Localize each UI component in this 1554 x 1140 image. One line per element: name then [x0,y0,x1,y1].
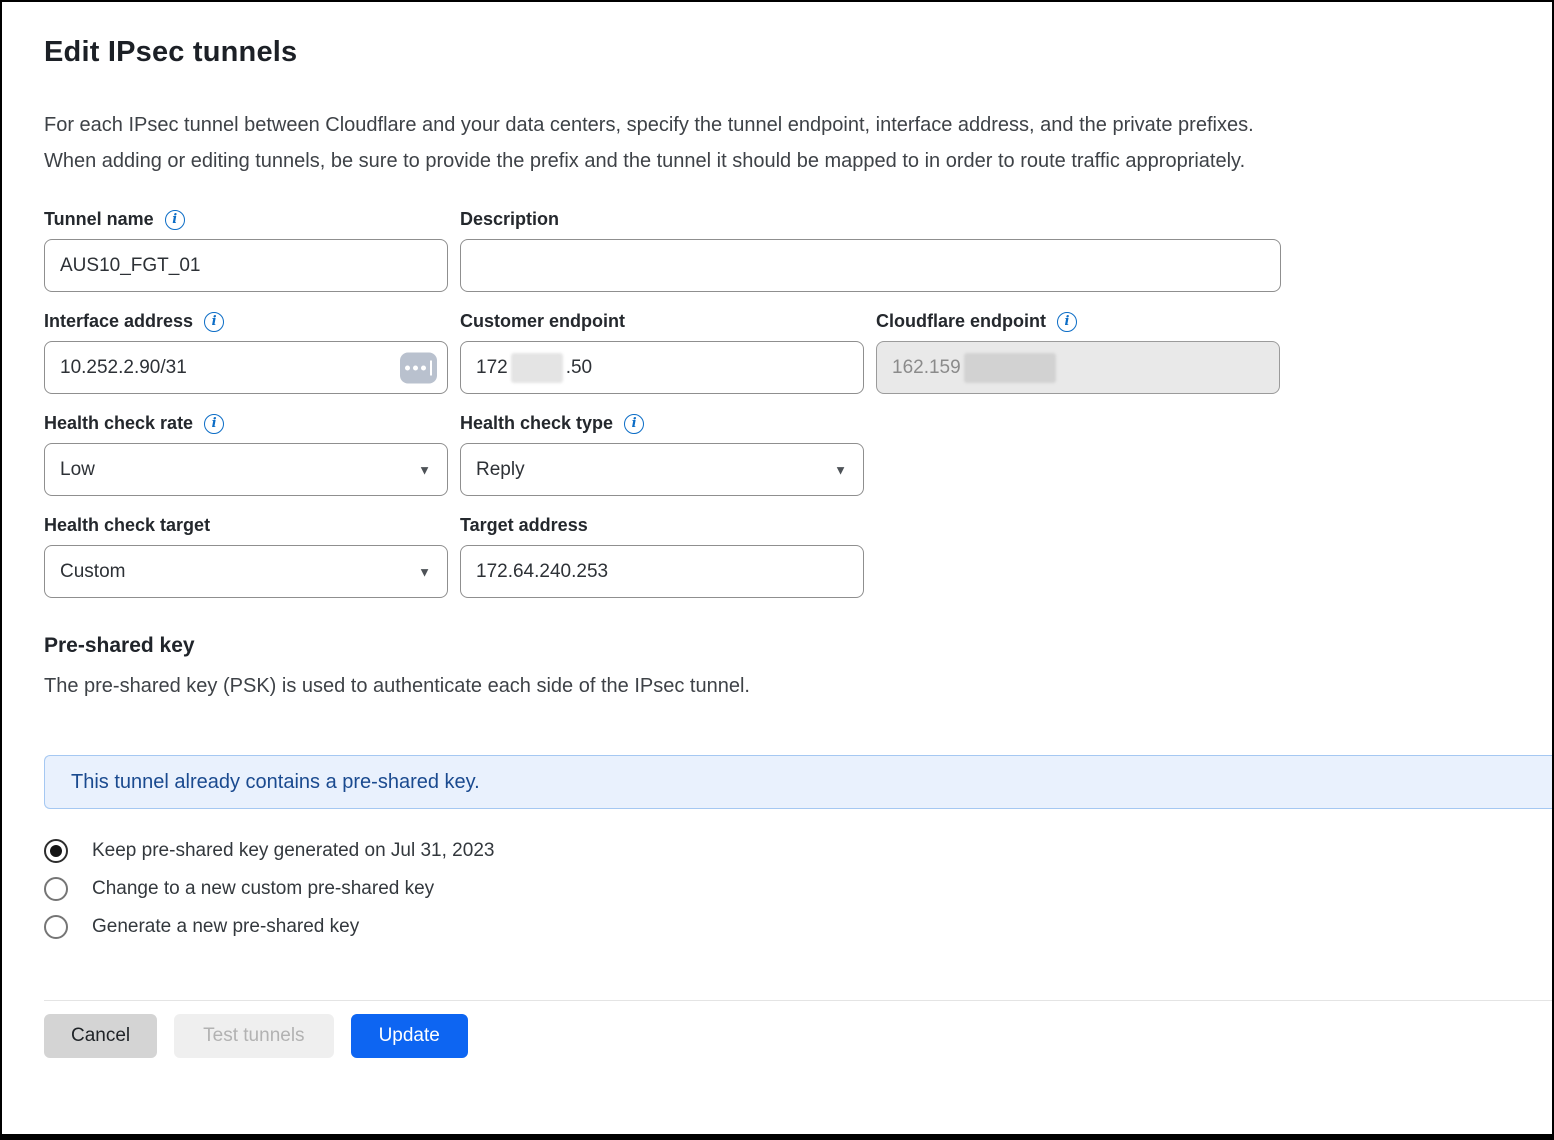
psk-heading: Pre-shared key [44,634,1552,658]
customer-endpoint-input[interactable]: 172 .50 [460,341,864,394]
chevron-down-icon: ▼ [418,565,431,578]
chevron-down-icon: ▼ [834,463,847,476]
info-icon[interactable]: i [1057,312,1077,332]
target-address-field: Target address 172.64.240.253 [460,496,864,598]
psk-option-custom[interactable]: Change to a new custom pre-shared key [44,877,1552,901]
info-icon[interactable]: i [204,312,224,332]
health-check-type-label: Health check type [460,413,613,434]
intro-line-2: When adding or editing tunnels, be sure … [44,143,1524,179]
redacted-value [964,353,1056,383]
info-icon[interactable]: i [624,414,644,434]
health-check-type-field: Health check type i Reply ▼ [460,394,864,496]
tunnel-name-label: Tunnel name [44,209,154,230]
chevron-down-icon: ▼ [418,463,431,476]
radio-unselected-icon[interactable] [44,915,68,939]
intro-text: For each IPsec tunnel between Cloudflare… [44,107,1524,179]
edit-ipsec-tunnels-dialog: Edit IPsec tunnels For each IPsec tunnel… [0,0,1554,1140]
tunnel-name-input[interactable]: AUS10_FGT_01 [44,239,448,292]
radio-unselected-icon[interactable] [44,877,68,901]
health-check-rate-select[interactable]: Low ▼ [44,443,448,496]
radio-selected-icon[interactable] [44,839,68,863]
cloudflare-endpoint-input: 162.159 [876,341,1280,394]
target-address-input[interactable]: 172.64.240.253 [460,545,864,598]
target-address-label: Target address [460,515,588,536]
interface-address-field: Interface address i 10.252.2.90/31 [44,292,448,394]
psk-option-generate[interactable]: Generate a new pre-shared key [44,915,1552,939]
health-check-target-select[interactable]: Custom ▼ [44,545,448,598]
psk-options: Keep pre-shared key generated on Jul 31,… [44,839,1552,939]
update-button[interactable]: Update [351,1014,468,1058]
cancel-button[interactable]: Cancel [44,1014,157,1058]
description-label: Description [460,209,559,230]
customer-endpoint-label: Customer endpoint [460,311,625,332]
intro-line-1: For each IPsec tunnel between Cloudflare… [44,107,1524,143]
health-check-target-label: Health check target [44,515,210,536]
cloudflare-endpoint-label: Cloudflare endpoint [876,311,1046,332]
description-input[interactable] [460,239,1281,292]
info-icon[interactable]: i [165,210,185,230]
browser-autofill-icon[interactable] [400,352,437,383]
customer-endpoint-field: Customer endpoint 172 .50 [460,292,864,394]
health-check-rate-label: Health check rate [44,413,193,434]
info-icon[interactable]: i [204,414,224,434]
psk-option-keep[interactable]: Keep pre-shared key generated on Jul 31,… [44,839,1552,863]
cloudflare-endpoint-field: Cloudflare endpoint i 162.159 [876,292,1280,394]
footer-actions: Cancel Test tunnels Update [44,1014,1552,1058]
psk-description: The pre-shared key (PSK) is used to auth… [44,675,1552,698]
health-check-type-select[interactable]: Reply ▼ [460,443,864,496]
description-field: Description [460,179,1281,292]
page-title: Edit IPsec tunnels [44,36,1552,69]
redacted-value [511,353,563,383]
psk-info-banner: This tunnel already contains a pre-share… [44,755,1552,809]
health-check-rate-field: Health check rate i Low ▼ [44,394,448,496]
footer-divider [44,1000,1552,1001]
psk-banner-text: This tunnel already contains a pre-share… [71,771,480,794]
interface-address-input[interactable]: 10.252.2.90/31 [44,341,448,394]
test-tunnels-button[interactable]: Test tunnels [174,1014,333,1058]
tunnel-name-field: Tunnel name i AUS10_FGT_01 [44,179,448,292]
interface-address-label: Interface address [44,311,193,332]
health-check-target-field: Health check target Custom ▼ [44,496,448,598]
